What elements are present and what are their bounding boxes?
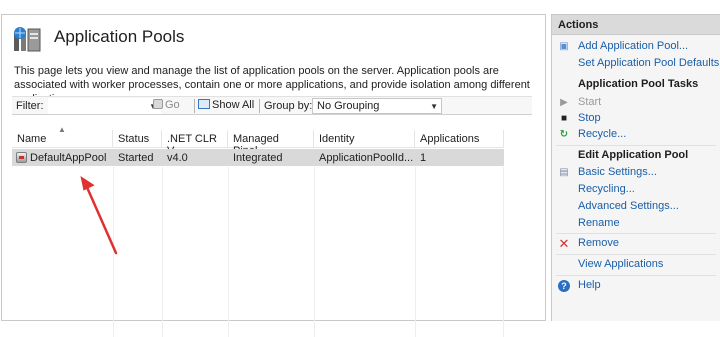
sort-arrow-icon: ▲ bbox=[58, 125, 66, 134]
actions-divider bbox=[556, 275, 716, 276]
actions-pane: Actions ▣ Add Application Pool... Set Ap… bbox=[551, 14, 720, 321]
top-strip bbox=[0, 0, 720, 14]
filter-toolbar: Filter: ▼ Go Show All Group by: No Group… bbox=[12, 96, 532, 115]
toolbar-divider bbox=[259, 99, 260, 113]
show-all-label: Show All bbox=[212, 99, 255, 111]
filter-input[interactable]: ▼ bbox=[48, 98, 161, 114]
cell-applications: 1 bbox=[420, 152, 427, 164]
column-header-managed-pipeline[interactable]: Managed Pipel... bbox=[228, 130, 314, 157]
actions-divider bbox=[556, 145, 716, 146]
column-header-status[interactable]: Status bbox=[113, 130, 162, 148]
toolbar-divider bbox=[194, 99, 195, 113]
chevron-down-icon[interactable]: ▼ bbox=[430, 102, 438, 111]
column-gridline bbox=[503, 167, 504, 337]
go-label: Go bbox=[165, 99, 180, 111]
column-gridline bbox=[228, 167, 229, 337]
actions-divider bbox=[556, 254, 716, 255]
remove-x-icon: ✕ bbox=[558, 236, 570, 251]
column-gridline bbox=[415, 167, 416, 337]
cell-name: DefaultAppPool bbox=[12, 149, 113, 166]
go-icon bbox=[153, 99, 163, 109]
cell-identity: ApplicationPoolId... bbox=[319, 152, 414, 164]
group-by-value: No Grouping bbox=[317, 100, 380, 112]
column-gridline bbox=[314, 167, 315, 337]
cell-clr-version: v4.0 bbox=[167, 152, 188, 164]
app-pool-icon bbox=[16, 152, 27, 163]
stop-icon: ■ bbox=[560, 113, 568, 124]
group-by-label: Group by: bbox=[264, 100, 313, 112]
column-header-identity[interactable]: Identity bbox=[314, 130, 415, 148]
table-row[interactable]: DefaultAppPool Started v4.0 Integrated A… bbox=[12, 149, 504, 166]
column-header-name[interactable]: ▲ Name bbox=[12, 125, 113, 148]
application-pools-icon bbox=[14, 27, 41, 52]
play-icon: ▶ bbox=[560, 97, 568, 108]
add-pool-icon: ▣ bbox=[559, 41, 569, 52]
actions-divider bbox=[556, 233, 716, 234]
column-header-applications[interactable]: Applications bbox=[415, 130, 504, 148]
column-gridline bbox=[162, 167, 163, 337]
annotation-arrow bbox=[80, 176, 118, 255]
show-all-button[interactable]: Show All bbox=[198, 99, 254, 111]
page-title: Application Pools bbox=[54, 27, 185, 46]
table-header: ▲ Name Status .NET CLR V... Managed Pipe… bbox=[12, 125, 504, 157]
application-pools-pane: Application Pools This page lets you vie… bbox=[1, 14, 546, 337]
settings-icon: ▤ bbox=[559, 167, 569, 178]
help-icon: ? bbox=[558, 280, 570, 292]
filter-label: Filter: bbox=[16, 100, 44, 112]
iis-manager-window: Application Pools This page lets you vie… bbox=[0, 0, 720, 337]
cell-status: Started bbox=[118, 152, 154, 164]
show-all-icon bbox=[198, 99, 210, 109]
actions-title: Actions bbox=[552, 15, 720, 35]
go-button[interactable]: Go bbox=[153, 99, 180, 111]
column-header-clr-version[interactable]: .NET CLR V... bbox=[162, 130, 228, 157]
recycle-icon: ↻ bbox=[559, 129, 569, 140]
cell-managed-pipeline: Integrated bbox=[233, 152, 283, 164]
group-by-select[interactable]: No Grouping ▼ bbox=[312, 98, 442, 114]
